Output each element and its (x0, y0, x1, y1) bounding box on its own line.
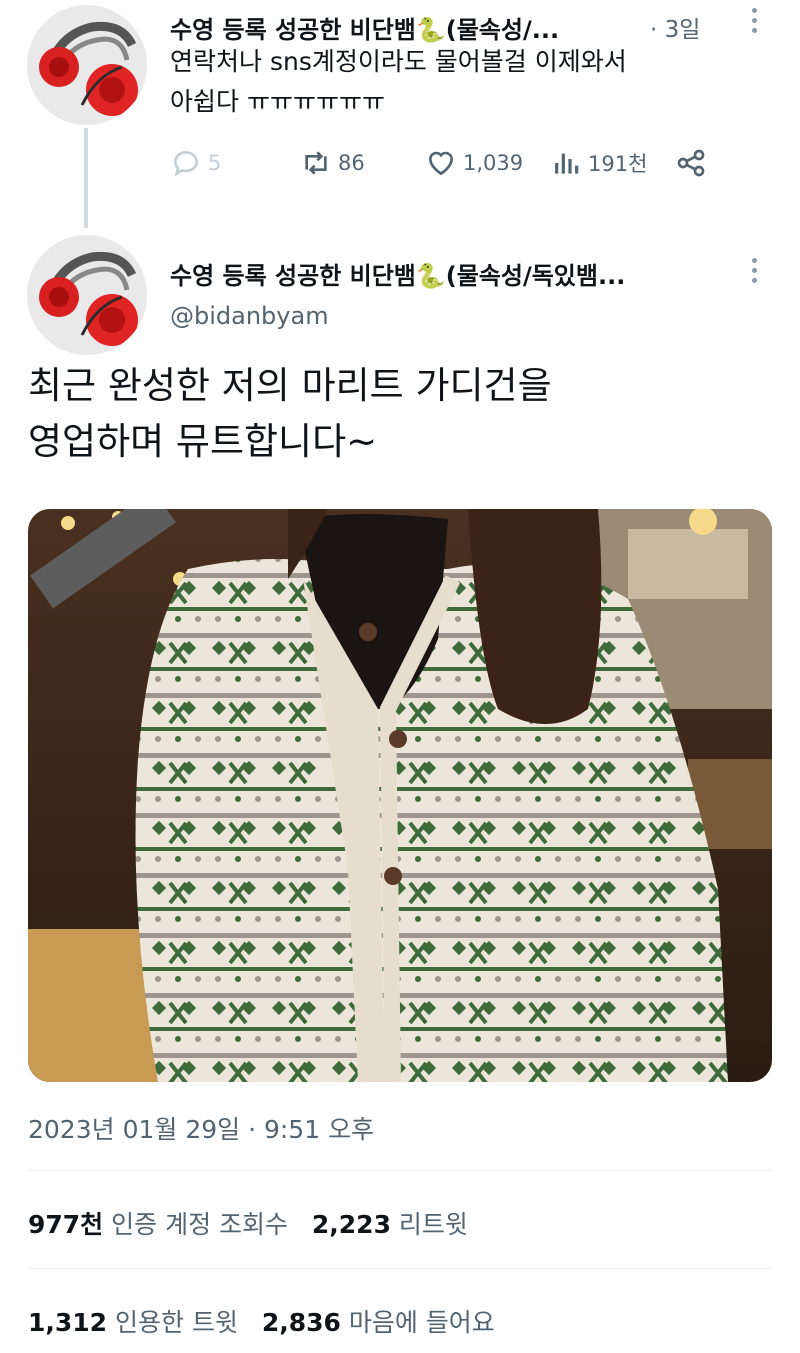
quotes-stat-count: 1,312 (28, 1308, 108, 1337)
retweets-stat-count: 2,223 (311, 1210, 391, 1239)
retweet-icon (305, 151, 327, 175)
likes-stat-label: 마음에 들어요 (348, 1308, 495, 1337)
main-text-line2: 영업하며 뮤트합니다~ (28, 420, 378, 463)
avatar[interactable] (27, 235, 147, 355)
views-stat-label: 인증 계정 조회수 (111, 1210, 289, 1239)
thread-line (84, 128, 88, 228)
reply-display-name[interactable]: 수영 등록 성공한 비단뱀🐍(물속성/... (170, 10, 640, 45)
retweet-count: 86 (338, 151, 365, 175)
views-icon (555, 153, 579, 174)
views-stat-count: 977천 (28, 1210, 104, 1239)
share-button[interactable] (675, 140, 713, 186)
quotes-likes-stat[interactable]: 1,312 인용한 트윗 2,836 마음에 들어요 (28, 1303, 495, 1339)
like-button[interactable]: 1,039 (425, 140, 523, 186)
reply-action-bar: 5 86 1,039 191천 (170, 140, 730, 186)
reply-time[interactable]: · 3일 (650, 10, 700, 44)
views-button[interactable]: 191천 (550, 140, 647, 186)
tweet-photo[interactable] (28, 509, 772, 1082)
tweet-timestamp[interactable]: 2023년 01월 29일 · 9:51 오후 (28, 1110, 374, 1146)
like-icon (428, 151, 454, 176)
divider (28, 1170, 772, 1171)
like-count: 1,039 (463, 151, 524, 175)
divider (28, 1268, 772, 1269)
retweet-button[interactable]: 86 (300, 140, 365, 186)
reply-button[interactable]: 5 (170, 140, 221, 186)
more-icon[interactable] (750, 8, 758, 33)
reply-count: 5 (208, 151, 222, 175)
reply-text-line2: 아쉽다 ㅠㅠㅠㅠㅠㅠ (170, 87, 385, 116)
main-handle[interactable]: @bidanbyam (170, 302, 329, 330)
main-display-name[interactable]: 수영 등록 성공한 비단뱀🐍(물속성/독있뱀... (170, 256, 730, 291)
likes-stat-count: 2,836 (261, 1308, 341, 1337)
quotes-stat-label: 인용한 트윗 (115, 1308, 238, 1337)
retweets-stat-label: 리트윗 (398, 1210, 468, 1239)
views-stat[interactable]: 977천 인증 계정 조회수 2,223 리트윗 (28, 1205, 468, 1241)
share-icon (677, 149, 705, 177)
views-count: 191천 (588, 152, 648, 176)
reply-icon (174, 151, 198, 177)
reply-text-line1: 연락처나 sns계정이라도 물어볼걸 이제와서 (170, 47, 627, 76)
main-text-line1: 최근 완성한 저의 마리트 가디건을 (28, 364, 552, 407)
avatar[interactable] (27, 5, 147, 125)
more-icon[interactable] (750, 258, 758, 283)
